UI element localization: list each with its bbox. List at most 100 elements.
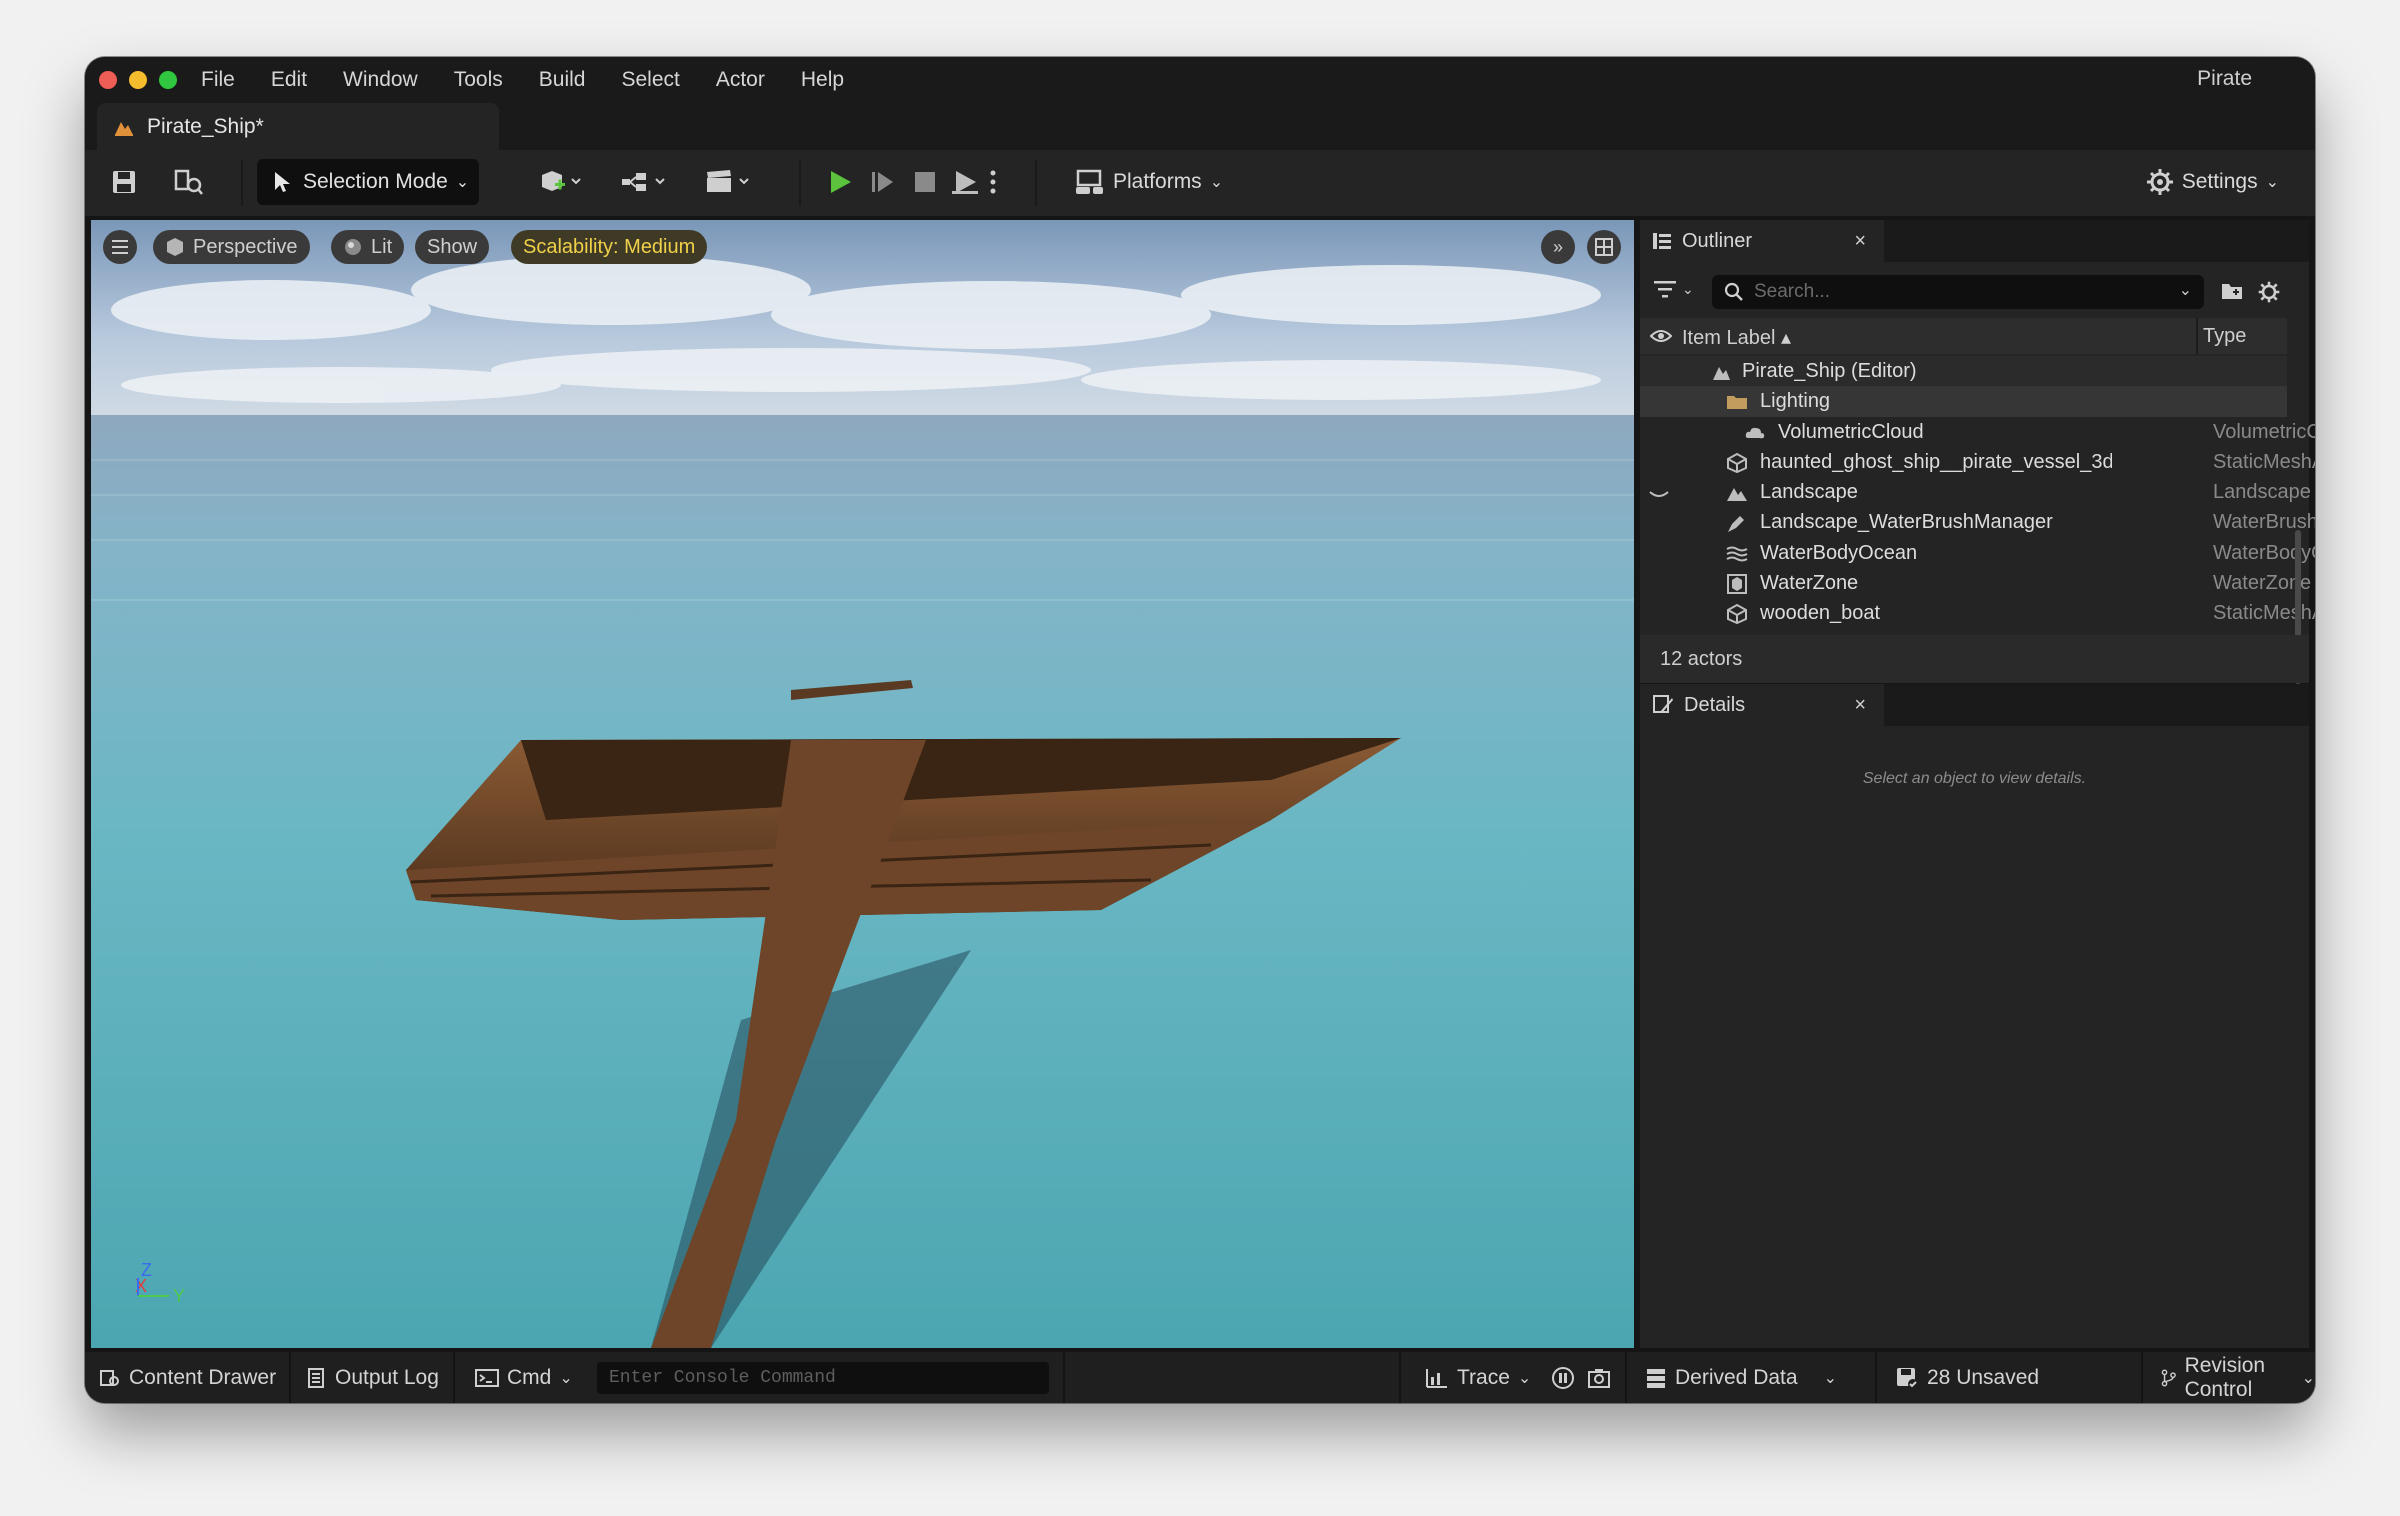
blueprint-icon[interactable] <box>617 164 673 200</box>
platforms-dropdown[interactable]: Platforms ⌄ <box>1075 162 1223 202</box>
close-icon[interactable]: × <box>1854 230 1866 253</box>
screenshot-trace-button[interactable] <box>1587 1352 1611 1403</box>
close-window-button[interactable] <box>99 71 117 89</box>
output-log-button[interactable]: Output Log <box>307 1352 439 1403</box>
advance-frame-icon[interactable] <box>865 164 901 200</box>
perspective-label: Perspective <box>193 235 298 258</box>
content-drawer-button[interactable]: Content Drawer <box>99 1352 276 1403</box>
menu-window[interactable]: Window <box>343 68 418 92</box>
tree-row[interactable]: wooden_boat StaticMeshActor <box>1640 598 2315 628</box>
item-label-column[interactable]: Item Label ▴ <box>1682 325 1791 350</box>
hamburger-icon <box>112 240 128 254</box>
level-icon <box>115 121 133 136</box>
console-command-input[interactable] <box>597 1362 1049 1394</box>
tree-row[interactable]: Lighting <box>1640 386 2287 417</box>
details-body: Select an object to view details. <box>1640 726 2309 1348</box>
stop-icon[interactable] <box>907 164 943 200</box>
viewport-options-button[interactable] <box>103 230 137 264</box>
cmd-dropdown[interactable]: Cmd ⌄ <box>475 1352 573 1403</box>
outliner-column-header: Item Label ▴ Type <box>1640 318 2287 354</box>
layout-grid-icon <box>1595 238 1613 256</box>
axis-gizmo: Z X Y <box>135 1260 195 1320</box>
chevron-down-icon[interactable]: ⌄ <box>2179 280 2192 300</box>
level-tab[interactable]: Pirate_Ship* <box>97 103 499 150</box>
gear-icon[interactable] <box>2257 280 2281 309</box>
tree-row-label: Landscape_WaterBrushManager <box>1760 511 2053 534</box>
cursor-icon <box>275 172 290 192</box>
cinematics-icon[interactable] <box>701 164 757 200</box>
show-button[interactable]: Show <box>415 230 490 264</box>
level-icon <box>1713 367 1730 380</box>
menu-file[interactable]: File <box>201 68 235 92</box>
search-icon <box>1724 282 1743 301</box>
tree-row[interactable]: Landscape_WaterBrushManager WaterBrushMa… <box>1640 507 2315 537</box>
zoom-window-button[interactable] <box>159 71 177 89</box>
menu-select[interactable]: Select <box>621 68 679 92</box>
mesh-icon <box>1727 452 1747 473</box>
record-icon <box>1552 1366 1574 1389</box>
menu-tools[interactable]: Tools <box>454 68 503 92</box>
outliner-body: ⌄ ⌄ Item Label ▴ Type <box>1640 262 2315 684</box>
tree-row-type: Landscape <box>2213 481 2311 504</box>
content-drawer-label: Content Drawer <box>129 1365 277 1389</box>
project-name: Pirate <box>2197 67 2252 90</box>
platforms-icon <box>1076 169 1103 194</box>
menu-build[interactable]: Build <box>539 68 586 92</box>
viewport-layout-button[interactable] <box>1587 230 1621 264</box>
tree-row-label: haunted_ghost_ship__pirate_vessel_3d <box>1760 450 2112 473</box>
tree-row[interactable]: VolumetricCloud VolumetricCloud <box>1640 417 2315 447</box>
tree-row[interactable]: WaterZone WaterZone <box>1640 568 2311 598</box>
tree-row[interactable]: WaterBodyOcean WaterBodyOcean <box>1640 538 2315 568</box>
derived-data-dropdown[interactable]: Derived Data ⌄ <box>1645 1352 1837 1403</box>
tree-row[interactable]: Pirate_Ship (Editor) <box>1640 356 2287 387</box>
search-input[interactable] <box>1754 281 2154 303</box>
record-trace-button[interactable] <box>1551 1352 1575 1403</box>
tree-row[interactable]: haunted_ghost_ship__pirate_vessel_3d Sta… <box>1640 447 2315 477</box>
content-drawer-icon <box>100 1369 119 1386</box>
add-folder-icon[interactable] <box>2220 280 2244 307</box>
branch-icon <box>2161 1369 2176 1386</box>
view-mode-button[interactable]: Lit <box>331 230 405 264</box>
viewport-expand-button[interactable]: » <box>1541 230 1575 264</box>
menu-edit[interactable]: Edit <box>271 68 307 92</box>
close-icon[interactable]: × <box>1854 694 1866 717</box>
revision-control-label: Revision Control <box>2184 1353 2266 1401</box>
play-options-icon[interactable] <box>981 164 1005 200</box>
pencil-icon <box>1653 695 1673 713</box>
document-tab-row: Pirate_Ship* <box>85 103 2315 150</box>
filter-button[interactable]: ⌄ <box>1654 280 1694 298</box>
status-separator <box>1625 1352 1627 1403</box>
level-viewport[interactable]: Perspective Lit Show Scalability: Medium… <box>91 220 1634 1348</box>
status-separator <box>1875 1352 1877 1403</box>
brush-icon <box>1728 516 1744 533</box>
add-actor-icon[interactable] <box>533 164 589 200</box>
revision-control-dropdown[interactable]: Revision Control ⌄ <box>2161 1352 2315 1403</box>
save-icon[interactable] <box>106 164 142 200</box>
water-icon <box>1726 546 1748 562</box>
minimize-window-button[interactable] <box>129 71 147 89</box>
menu-help[interactable]: Help <box>801 68 844 92</box>
type-column[interactable]: Type <box>2203 325 2246 348</box>
unsaved-button[interactable]: 28 Unsaved <box>1895 1352 2039 1403</box>
trace-dropdown[interactable]: Trace ⌄ <box>1425 1352 1531 1403</box>
perspective-button[interactable]: Perspective <box>153 230 310 264</box>
outliner-tab[interactable]: Outliner × <box>1640 220 1884 262</box>
details-tab[interactable]: Details × <box>1640 684 1884 726</box>
outliner-search[interactable]: ⌄ <box>1712 275 2204 309</box>
trace-label: Trace <box>1457 1365 1510 1389</box>
settings-dropdown[interactable]: Settings ⌄ <box>2146 162 2279 202</box>
tree-row[interactable]: Landscape Landscape <box>1640 477 2311 507</box>
cube-icon <box>167 238 183 256</box>
chevron-down-icon: ⌄ <box>2265 174 2279 191</box>
details-tab-label: Details <box>1684 693 1746 716</box>
eye-closed-icon[interactable] <box>1648 482 1670 504</box>
eye-icon[interactable] <box>1650 328 1672 344</box>
gear-icon <box>2146 169 2173 195</box>
eject-icon[interactable] <box>947 164 983 200</box>
selection-mode-dropdown[interactable]: Selection Mode ⌄ <box>257 159 479 205</box>
menu-actor[interactable]: Actor <box>716 68 765 92</box>
scalability-button[interactable]: Scalability: Medium <box>511 230 708 264</box>
play-icon[interactable] <box>822 164 858 200</box>
column-divider[interactable] <box>2196 318 2198 354</box>
browse-level-icon[interactable] <box>171 164 207 200</box>
